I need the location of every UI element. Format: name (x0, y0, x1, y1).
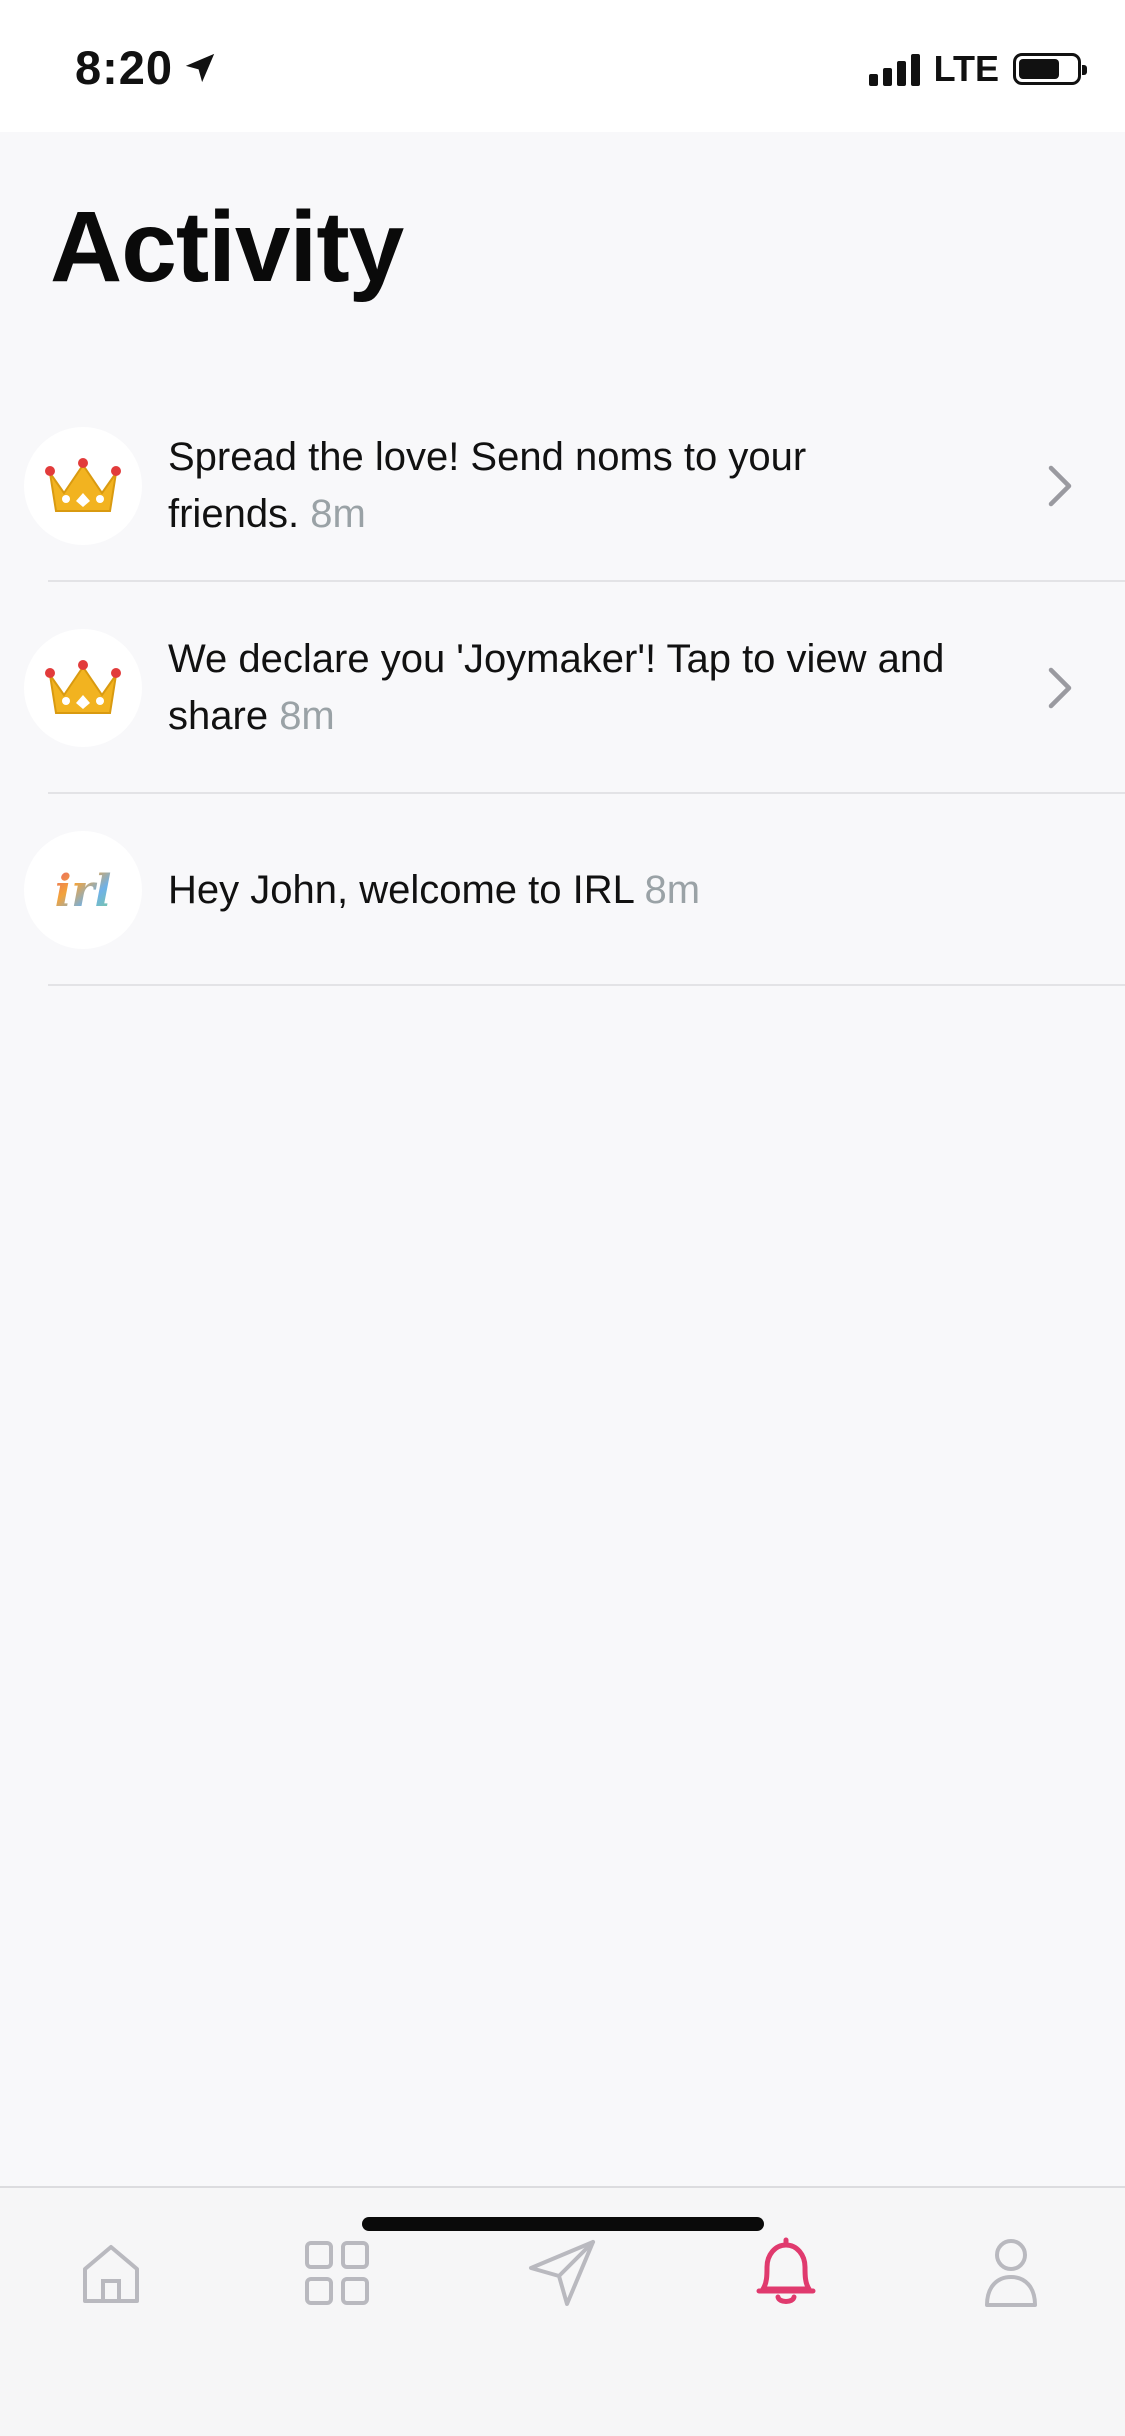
signal-icon (868, 52, 920, 86)
page-title: Activity (50, 191, 404, 303)
home-icon (83, 2245, 139, 2303)
chevron-right-icon (1048, 667, 1072, 709)
chevron-right-icon (1048, 465, 1072, 507)
avatar (24, 629, 142, 747)
clock-text: 8:20 (75, 41, 174, 94)
irl-logo-icon: irl (55, 866, 112, 917)
tab-activity[interactable] (741, 2228, 831, 2318)
activity-text: We declare you 'Joymaker'! Tap to view a… (168, 631, 1005, 745)
avatar (24, 427, 142, 545)
activity-timestamp: 8m (644, 867, 701, 912)
status-indicators: LTE (868, 48, 1087, 90)
grid-icon (305, 2241, 369, 2305)
network-label: LTE (933, 48, 999, 89)
activity-item-send-noms[interactable]: Spread the love! Send noms to your frien… (0, 390, 1125, 582)
send-icon (529, 2240, 595, 2306)
activity-item-welcome[interactable]: irl Hey John, welcome to IRL 8m (0, 794, 1125, 986)
tab-home[interactable] (66, 2228, 156, 2318)
svg-text:irl: irl (55, 866, 112, 917)
profile-icon (985, 2239, 1037, 2307)
battery-icon (1013, 53, 1087, 85)
bell-icon (756, 2237, 816, 2304)
activity-timestamp: 8m (310, 492, 366, 536)
tab-discover[interactable] (292, 2228, 382, 2318)
activity-message: Hey John, welcome to IRL (168, 867, 634, 912)
avatar: irl (24, 831, 142, 949)
divider (48, 984, 1125, 986)
tab-profile[interactable] (966, 2228, 1056, 2318)
status-time: 8:20 (75, 40, 217, 95)
crown-icon (45, 660, 121, 714)
activity-timestamp: 8m (279, 694, 335, 738)
activity-text: Hey John, welcome to IRL 8m (168, 862, 700, 919)
activity-message: Spread the love! Send noms to your frien… (168, 435, 807, 536)
location-arrow-icon (185, 53, 215, 82)
crown-icon (45, 458, 121, 512)
tab-messages[interactable] (517, 2228, 607, 2318)
activity-text: Spread the love! Send noms to your frien… (168, 429, 868, 543)
activity-item-joymaker[interactable]: We declare you 'Joymaker'! Tap to view a… (0, 582, 1125, 794)
status-bar: 8:20 LTE (0, 0, 1125, 132)
activity-list: Spread the love! Send noms to your frien… (0, 390, 1125, 986)
home-indicator[interactable] (362, 2217, 764, 2231)
